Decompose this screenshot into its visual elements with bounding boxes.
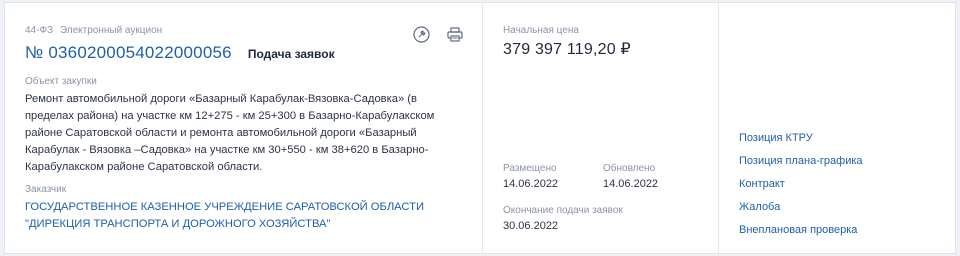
link-complaint[interactable]: Жалоба — [739, 196, 863, 219]
purchase-meta: 44-ФЗ Электронный аукцион — [25, 25, 462, 37]
link-schedule-position[interactable]: Позиция плана-графика — [739, 150, 863, 173]
number-row: № 0360200054022000056 Подача заявок — [25, 43, 462, 63]
status-badge: Подача заявок — [247, 47, 335, 61]
posted-block: Размещено 14.06.2022 — [503, 163, 603, 190]
price-dates-column: Начальная цена 379 397 119,20 ₽ Размещен… — [482, 3, 718, 253]
object-description: Ремонт автомобильной дороги «Базарный Ка… — [25, 93, 435, 173]
purchase-info-column: 44-ФЗ Электронный аукцион № 036020005402… — [5, 3, 482, 253]
related-links: Позиция КТРУ Позиция плана-графика Контр… — [739, 127, 863, 242]
dates-row: Размещено 14.06.2022 Обновлено 14.06.202… — [503, 163, 703, 190]
links-column: Позиция КТРУ Позиция плана-графика Контр… — [718, 3, 955, 253]
purchase-number-link[interactable]: № 0360200054022000056 — [25, 43, 232, 63]
object-label: Объект закупки — [25, 76, 97, 87]
link-unscheduled-inspection[interactable]: Внеплановая проверка — [739, 219, 863, 242]
deadline-block: Окончание подачи заявок 30.06.2022 — [503, 205, 703, 232]
printer-icon[interactable] — [446, 25, 464, 43]
price-value: 379 397 119,20 ₽ — [503, 41, 631, 58]
method-label: Электронный аукцион — [59, 25, 163, 36]
card-actions — [412, 25, 464, 43]
updated-date: 14.06.2022 — [603, 178, 659, 190]
deadline-date: 30.06.2022 — [503, 220, 559, 232]
updated-label: Обновлено — [603, 163, 656, 174]
purchase-card: 44-ФЗ Электронный аукцион № 036020005402… — [4, 2, 956, 254]
dates-block: Размещено 14.06.2022 Обновлено 14.06.202… — [503, 163, 703, 232]
link-contract[interactable]: Контракт — [739, 173, 863, 196]
updated-block: Обновлено 14.06.2022 — [603, 163, 703, 190]
price-label: Начальная цена — [503, 25, 579, 36]
law-label: 44-ФЗ — [25, 25, 54, 36]
customer-link[interactable]: ГОСУДАРСТВЕННОЕ КАЗЕННОЕ УЧРЕЖДЕНИЕ САРА… — [25, 199, 445, 233]
posted-date: 14.06.2022 — [503, 178, 559, 190]
pin-icon[interactable] — [412, 25, 430, 43]
customer-label: Заказчик — [25, 184, 67, 195]
posted-label: Размещено — [503, 163, 557, 174]
deadline-label: Окончание подачи заявок — [503, 205, 623, 216]
link-ktru-position[interactable]: Позиция КТРУ — [739, 127, 863, 150]
